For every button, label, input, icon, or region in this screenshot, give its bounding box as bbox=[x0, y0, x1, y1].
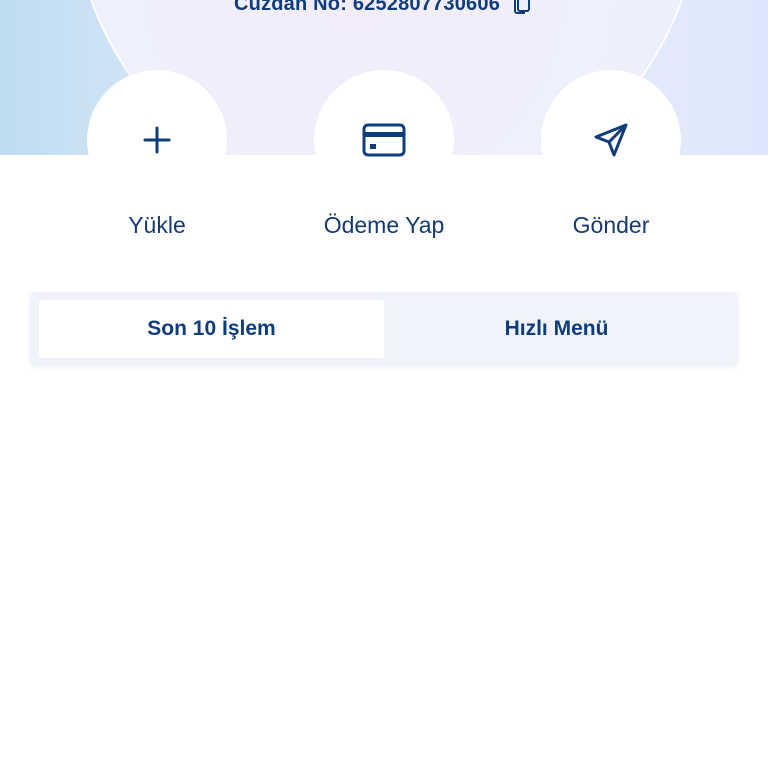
tab-quick-menu[interactable]: Hızlı Menü bbox=[384, 300, 729, 358]
wallet-number-row: Cüzdan No: 6252807730606 bbox=[0, 0, 768, 18]
tab-last-10-transactions[interactable]: Son 10 İşlem bbox=[39, 300, 384, 358]
payment-button[interactable] bbox=[314, 70, 454, 210]
payment-action[interactable]: Ödeme Yap bbox=[314, 70, 454, 250]
payment-label: Ödeme Yap bbox=[323, 212, 445, 238]
send-action[interactable]: Gönder bbox=[541, 70, 681, 250]
send-label: Gönder bbox=[572, 212, 650, 238]
load-action[interactable]: Yükle bbox=[87, 70, 227, 250]
tab-bar: Son 10 İşlem Hızlı Menü bbox=[30, 292, 738, 366]
load-button[interactable] bbox=[87, 70, 227, 210]
send-icon bbox=[594, 123, 628, 157]
load-label: Yükle bbox=[128, 212, 186, 238]
credit-card-icon bbox=[362, 123, 406, 157]
plus-icon bbox=[143, 126, 171, 154]
wallet-number-text: Cüzdan No: 6252807730606 bbox=[233, 0, 501, 15]
send-button[interactable] bbox=[541, 70, 681, 210]
copy-icon[interactable] bbox=[510, 0, 534, 16]
